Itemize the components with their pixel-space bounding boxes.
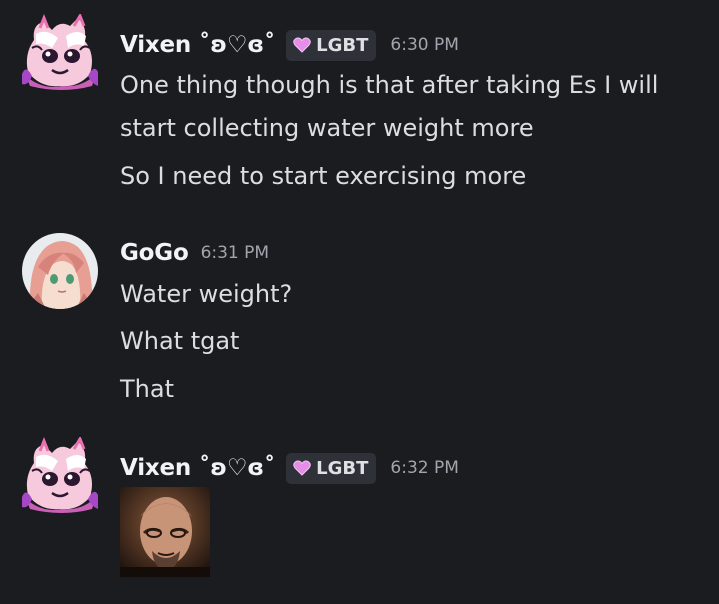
username[interactable]: Vixen ˚ʚ♡ɞ˚ [120,455,275,481]
role-tag[interactable]: LGBT [286,29,377,61]
role-tag[interactable]: LGBT [286,452,377,484]
message-header: GoGo 6:31 PM [120,236,269,270]
timestamp[interactable]: 6:30 PM [390,35,459,55]
heart-icon [293,37,311,53]
message-text: start collecting water weight more [120,114,534,142]
avatar-image [22,435,98,513]
timestamp[interactable]: 6:31 PM [201,243,270,263]
avatar-image [22,233,98,309]
role-tag-label: LGBT [316,34,369,56]
username[interactable]: Vixen ˚ʚ♡ɞ˚ [120,32,275,58]
message-text: What tgat [120,327,240,355]
avatar[interactable] [22,233,98,309]
heart-icon [293,460,311,476]
message-text: One thing though is that after taking Es… [120,71,659,99]
image-attachment[interactable] [120,487,210,577]
attachment-image [120,487,210,577]
avatar-image [22,12,98,90]
message-header: Vixen ˚ʚ♡ɞ˚ LGBT 6:30 PM [120,28,459,62]
message-text: So I need to start exercising more [120,162,527,190]
avatar[interactable] [22,435,98,513]
message-text: That [120,375,174,403]
avatar[interactable] [22,12,98,90]
message-header: Vixen ˚ʚ♡ɞ˚ LGBT 6:32 PM [120,451,459,485]
role-tag-label: LGBT [316,457,369,479]
message-text: Water weight? [120,280,293,308]
timestamp[interactable]: 6:32 PM [390,458,459,478]
username[interactable]: GoGo [120,240,189,266]
